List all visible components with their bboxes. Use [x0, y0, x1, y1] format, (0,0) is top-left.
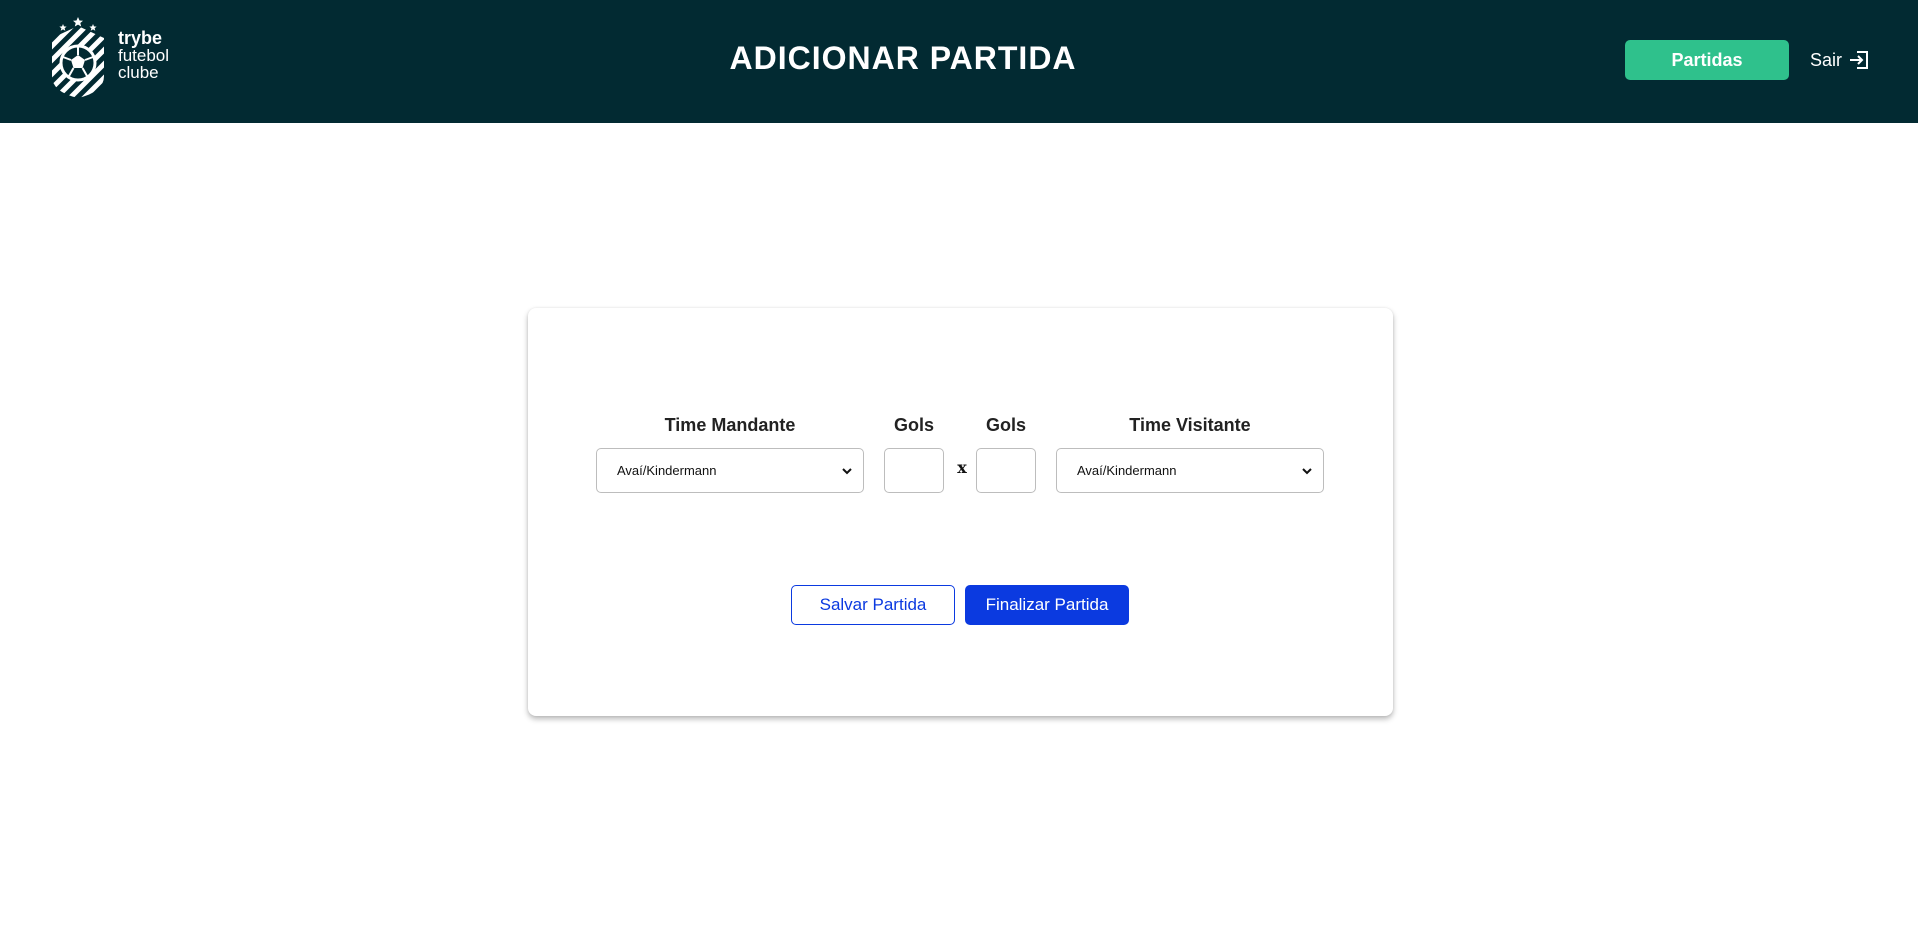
finish-match-button[interactable]: Finalizar Partida — [965, 585, 1129, 625]
logout-link[interactable]: Sair — [1810, 48, 1869, 72]
save-match-button[interactable]: Salvar Partida — [791, 585, 955, 625]
away-team-selected-value: Avaí/Kindermann — [1077, 463, 1177, 478]
away-team-select[interactable]: Avaí/Kindermann — [1056, 448, 1324, 493]
home-team-selected-value: Avaí/Kindermann — [617, 463, 717, 478]
home-team-label: Time Mandante — [664, 415, 796, 435]
page-title: ADICIONAR PARTIDA — [729, 40, 1077, 76]
home-team-select[interactable]: Avaí/Kindermann — [596, 448, 864, 493]
top-header: trybe futebol clube ADICIONAR PARTIDA Pa… — [0, 0, 1918, 123]
home-goals-input[interactable] — [884, 448, 944, 493]
score-separator: x — [957, 458, 967, 477]
chevron-down-icon — [842, 467, 852, 474]
chevron-down-icon — [1302, 467, 1312, 474]
away-team-label: Time Visitante — [1129, 415, 1251, 435]
match-form-card: Time Mandante Gols Gols Time Visitante A… — [528, 308, 1393, 716]
matches-nav-button[interactable]: Partidas — [1625, 40, 1789, 80]
logout-label: Sair — [1810, 49, 1843, 70]
home-goals-label: Gols — [893, 415, 934, 435]
away-goals-input[interactable] — [976, 448, 1036, 493]
away-goals-label: Gols — [985, 415, 1026, 435]
logout-arrow-icon — [1850, 51, 1869, 69]
